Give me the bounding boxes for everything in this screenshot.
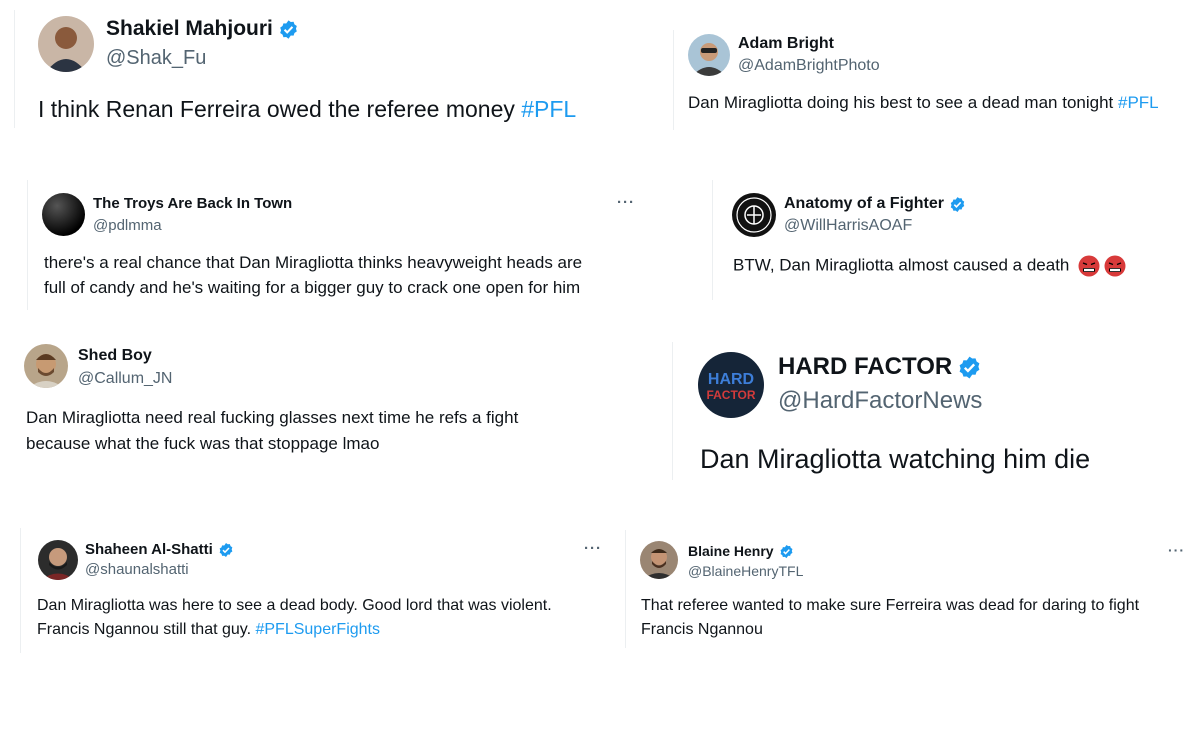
display-name[interactable]: Shed Boy [78, 347, 152, 365]
tweet-body: Francis Ngannou still that guy. [37, 621, 256, 638]
tweet-body: I think Renan Ferreira owed the referee … [38, 96, 522, 122]
handle[interactable]: @AdamBrightPhoto [738, 57, 880, 75]
display-name[interactable]: Adam Bright [738, 35, 834, 53]
divider [20, 528, 21, 653]
display-name-text: Adam Bright [738, 35, 834, 52]
hard-factor-logo-avatar[interactable]: HARD FACTOR [698, 352, 764, 418]
divider [625, 530, 626, 648]
handle[interactable]: @Callum_JN [78, 370, 172, 388]
verified-badge-icon [278, 19, 299, 40]
display-name[interactable]: Anatomy of a Fighter [784, 195, 966, 213]
tweet-body: Dan Miragliotta doing his best to see a … [688, 93, 1118, 112]
tweet-card-adam[interactable]: Adam Bright @AdamBrightPhoto Dan Miragli… [680, 20, 1200, 130]
tweet-text-line-2: because what the fuck was that stoppage … [26, 434, 380, 453]
avatar[interactable] [38, 540, 78, 580]
tweet-card-shaheen[interactable]: Shaheen Al-Shatti @shaunalshatti ··· Dan… [24, 528, 614, 653]
angry-face-with-symbols-icon [1104, 255, 1126, 277]
tweet-text: Dan Miragliotta watching him die [700, 444, 1091, 474]
tweet-card-troys[interactable]: The Troys Are Back In Town @pdlmma ··· t… [28, 180, 648, 310]
hashtag-link[interactable]: #PFLSuperFights [255, 621, 380, 638]
display-name-text: Shaheen Al-Shatti [85, 541, 213, 558]
more-options-button[interactable]: ··· [584, 540, 602, 557]
verified-badge-icon [779, 544, 794, 559]
display-name-text: The Troys Are Back In Town [93, 195, 293, 212]
handle[interactable]: @HardFactorNews [778, 387, 982, 415]
tweet-card-blaine[interactable]: Blaine Henry @BlaineHenryTFL ··· That re… [630, 528, 1190, 653]
tweet-text-line-1: That referee wanted to make sure Ferreir… [641, 597, 1140, 614]
handle[interactable]: @WillHarrisAOAF [784, 217, 912, 235]
handle[interactable]: @BlaineHenryTFL [688, 563, 803, 579]
more-options-button[interactable]: ··· [617, 194, 635, 211]
verified-badge-icon [949, 196, 966, 213]
display-name-text: Shed Boy [78, 347, 152, 364]
display-name-text: HARD FACTOR [778, 353, 953, 380]
tweet-text: BTW, Dan Miragliotta almost caused a dea… [733, 255, 1126, 277]
avatar-text-top: HARD [708, 371, 754, 388]
tweet-card-shakiel[interactable]: Shakiel Mahjouri @Shak_Fu I think Renan … [0, 0, 640, 130]
display-name-text: Shakiel Mahjouri [106, 17, 273, 40]
angry-face-with-symbols-icon [1078, 255, 1100, 277]
tweet-card-shed-boy[interactable]: Shed Boy @Callum_JN Dan Miragliotta need… [10, 330, 650, 470]
tweet-text: Dan Miragliotta doing his best to see a … [688, 93, 1159, 113]
tweet-text-line-1: there's a real chance that Dan Miragliot… [44, 253, 583, 272]
tweet-text: I think Renan Ferreira owed the referee … [38, 96, 576, 123]
hashtag-link[interactable]: #PFL [1118, 93, 1159, 112]
tweet-text-line-2: full of candy and he's waiting for a big… [44, 278, 581, 297]
tweet-card-anatomy[interactable]: Anatomy of a Fighter @WillHarrisAOAF BTW… [720, 180, 1190, 300]
tweet-text-line-1: Dan Miragliotta need real fucking glasse… [26, 408, 519, 427]
tweet-text-line-2: Francis Ngannou [641, 621, 763, 638]
display-name-text: Anatomy of a Fighter [784, 195, 945, 212]
display-name[interactable]: Blaine Henry [688, 543, 794, 559]
avatar[interactable] [42, 193, 85, 236]
tweet-card-hard-factor[interactable]: HARD FACTOR HARD FACTOR @HardFactorNews … [680, 340, 1180, 480]
avatar-text-bottom: FACTOR [706, 388, 755, 402]
handle[interactable]: @shaunalshatti [85, 561, 189, 578]
avatar[interactable] [24, 344, 68, 388]
more-options-button[interactable]: ··· [1168, 542, 1185, 558]
display-name-text: Blaine Henry [688, 543, 774, 559]
display-name[interactable]: Shaheen Al-Shatti [85, 541, 234, 558]
avatar[interactable] [38, 16, 94, 72]
tweet-text-line-1: Dan Miragliotta was here to see a dead b… [37, 597, 552, 614]
avatar[interactable] [688, 34, 730, 76]
avatar[interactable] [640, 541, 678, 579]
tweet-body: BTW, Dan Miragliotta almost caused a dea… [733, 255, 1070, 275]
display-name[interactable]: HARD FACTOR [778, 353, 982, 381]
hashtag-link[interactable]: #PFL [521, 96, 576, 122]
handle[interactable]: @Shak_Fu [106, 47, 206, 70]
avatar[interactable] [732, 193, 776, 237]
display-name[interactable]: Shakiel Mahjouri [106, 17, 299, 41]
display-name[interactable]: The Troys Are Back In Town [93, 195, 292, 212]
handle[interactable]: @pdlmma [93, 217, 162, 234]
divider [673, 30, 674, 130]
verified-badge-icon [957, 355, 982, 380]
divider [712, 180, 713, 300]
divider [672, 342, 673, 480]
verified-badge-icon [218, 542, 234, 558]
tweet-text-line-2: Francis Ngannou still that guy. #PFLSupe… [37, 621, 380, 639]
